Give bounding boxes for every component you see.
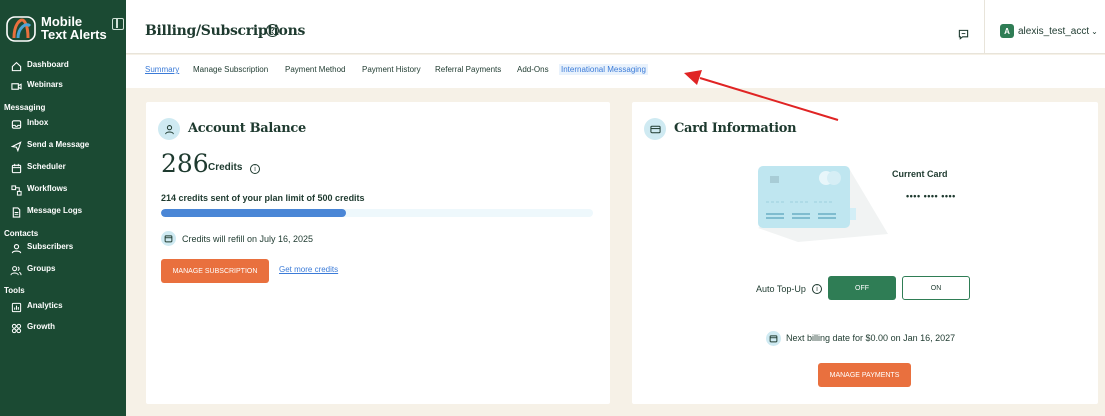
sidebar-item-label: Groups: [27, 264, 56, 273]
sidebar-item-dashboard[interactable]: Dashboard: [0, 56, 126, 76]
header-divider: [984, 0, 985, 54]
help-icon[interactable]: ?: [266, 24, 279, 37]
account-menu[interactable]: A alexis_test_acct ⌄: [1000, 24, 1098, 38]
sidebar-item-groups[interactable]: Groups: [0, 260, 126, 280]
sidebar-item-label: Analytics: [27, 301, 63, 310]
log-icon: [9, 205, 23, 219]
sidebar-item-message-logs[interactable]: Message Logs: [0, 202, 126, 222]
account-balance-card: Account Balance 286 Credits i 214 credit…: [146, 102, 610, 404]
workflow-icon: [9, 183, 23, 197]
sidebar-item-webinars[interactable]: Webinars: [0, 76, 126, 96]
video-icon: [9, 79, 23, 93]
chat-icon[interactable]: [958, 27, 969, 45]
top-header: Billing/Subscriptions ? A alexis_test_ac…: [126, 0, 1105, 54]
sidebar-item-scheduler[interactable]: Scheduler: [0, 158, 126, 178]
brand-name: Mobile Text Alerts: [41, 15, 107, 41]
home-icon: [9, 59, 23, 73]
tab-summary[interactable]: Summary: [145, 65, 179, 74]
auto-top-up-on-button[interactable]: ON: [902, 276, 970, 300]
person-icon: [9, 241, 23, 255]
manage-payments-button[interactable]: MANAGE PAYMENTS: [818, 363, 911, 387]
info-icon[interactable]: i: [812, 284, 822, 294]
sidebar-item-subscribers[interactable]: Subscribers: [0, 238, 126, 258]
sidebar-item-inbox[interactable]: Inbox: [0, 114, 126, 134]
account-balance-title: Account Balance: [188, 121, 306, 136]
group-icon: [9, 263, 23, 277]
sidebar-item-label: Dashboard: [27, 60, 69, 69]
calendar-icon: [9, 161, 23, 175]
sidebar-item-analytics[interactable]: Analytics: [0, 297, 126, 317]
tab-payment-method[interactable]: Payment Method: [285, 65, 345, 74]
page-title: Billing/Subscriptions: [145, 23, 306, 39]
sidebar-item-label: Subscribers: [27, 242, 74, 251]
credit-card-icon: [644, 118, 666, 140]
current-card-label: Current Card: [892, 169, 948, 179]
sidebar-item-label: Inbox: [27, 118, 49, 127]
manage-subscription-button[interactable]: MANAGE SUBSCRIPTION: [161, 259, 269, 283]
sidebar-item-workflows[interactable]: Workflows: [0, 180, 126, 200]
info-icon[interactable]: i: [250, 164, 260, 174]
section-label-messaging: Messaging: [4, 103, 46, 112]
sidebar-item-label: Message Logs: [27, 206, 83, 215]
credit-card-illustration: [758, 166, 888, 242]
card-number-masked: •••• •••• ••••: [906, 191, 956, 201]
sidebar-item-label: Webinars: [27, 80, 63, 89]
chart-icon: [9, 300, 23, 314]
calendar-icon: [766, 331, 781, 346]
tab-manage-subscription[interactable]: Manage Subscription: [193, 65, 268, 74]
brand-line-2: Text Alerts: [41, 27, 107, 42]
sidebar-item-growth[interactable]: Growth: [0, 318, 126, 338]
refill-date-text: Credits will refill on July 16, 2025: [182, 234, 314, 244]
sidebar-item-label: Scheduler: [27, 162, 66, 171]
chevron-down-icon: ⌄: [1091, 26, 1098, 36]
sidebar-collapse-icon[interactable]: [112, 18, 124, 30]
sidebar-item-send-message[interactable]: Send a Message: [0, 136, 126, 156]
tab-international-messaging[interactable]: International Messaging: [559, 64, 648, 75]
tab-referral-payments[interactable]: Referral Payments: [435, 65, 501, 74]
person-icon: [158, 118, 180, 140]
sidebar-item-label: Send a Message: [27, 140, 90, 149]
sidebar-item-label: Workflows: [27, 184, 68, 193]
calendar-icon: [161, 231, 176, 246]
auto-top-up-off-button[interactable]: OFF: [828, 276, 896, 300]
credits-progress-fill: [161, 209, 346, 217]
credits-count: 286: [161, 149, 209, 178]
sidebar-item-label: Growth: [27, 322, 55, 331]
get-more-credits-link[interactable]: Get more credits: [279, 265, 338, 274]
sidebar: Mobile Text Alerts Dashboard Webinars Me…: [0, 0, 126, 416]
auto-top-up-label: Auto Top-Up: [756, 284, 806, 294]
credits-label: Credits: [208, 162, 243, 173]
account-name: alexis_test_acct: [1018, 25, 1090, 37]
plan-usage-text: 214 credits sent of your plan limit of 5…: [161, 193, 365, 203]
billing-tabs: Summary Manage Subscription Payment Meth…: [126, 55, 1105, 88]
next-billing-text: Next billing date for $0.00 on Jan 16, 2…: [786, 333, 956, 343]
section-label-tools: Tools: [4, 286, 25, 295]
grid-icon: [9, 321, 23, 335]
credits-progress-bar: [161, 209, 593, 217]
card-information-title: Card Information: [674, 121, 797, 136]
tab-payment-history[interactable]: Payment History: [362, 65, 421, 74]
card-information-card: Card Information Current Card •••• •••• …: [632, 102, 1098, 404]
brand-logo[interactable]: Mobile Text Alerts: [6, 14, 124, 44]
avatar: A: [1000, 24, 1014, 38]
send-icon: [9, 139, 23, 153]
logo-mark-icon: [6, 16, 36, 42]
section-label-contacts: Contacts: [4, 229, 39, 238]
tab-add-ons[interactable]: Add-Ons: [517, 65, 549, 74]
inbox-icon: [9, 117, 23, 131]
